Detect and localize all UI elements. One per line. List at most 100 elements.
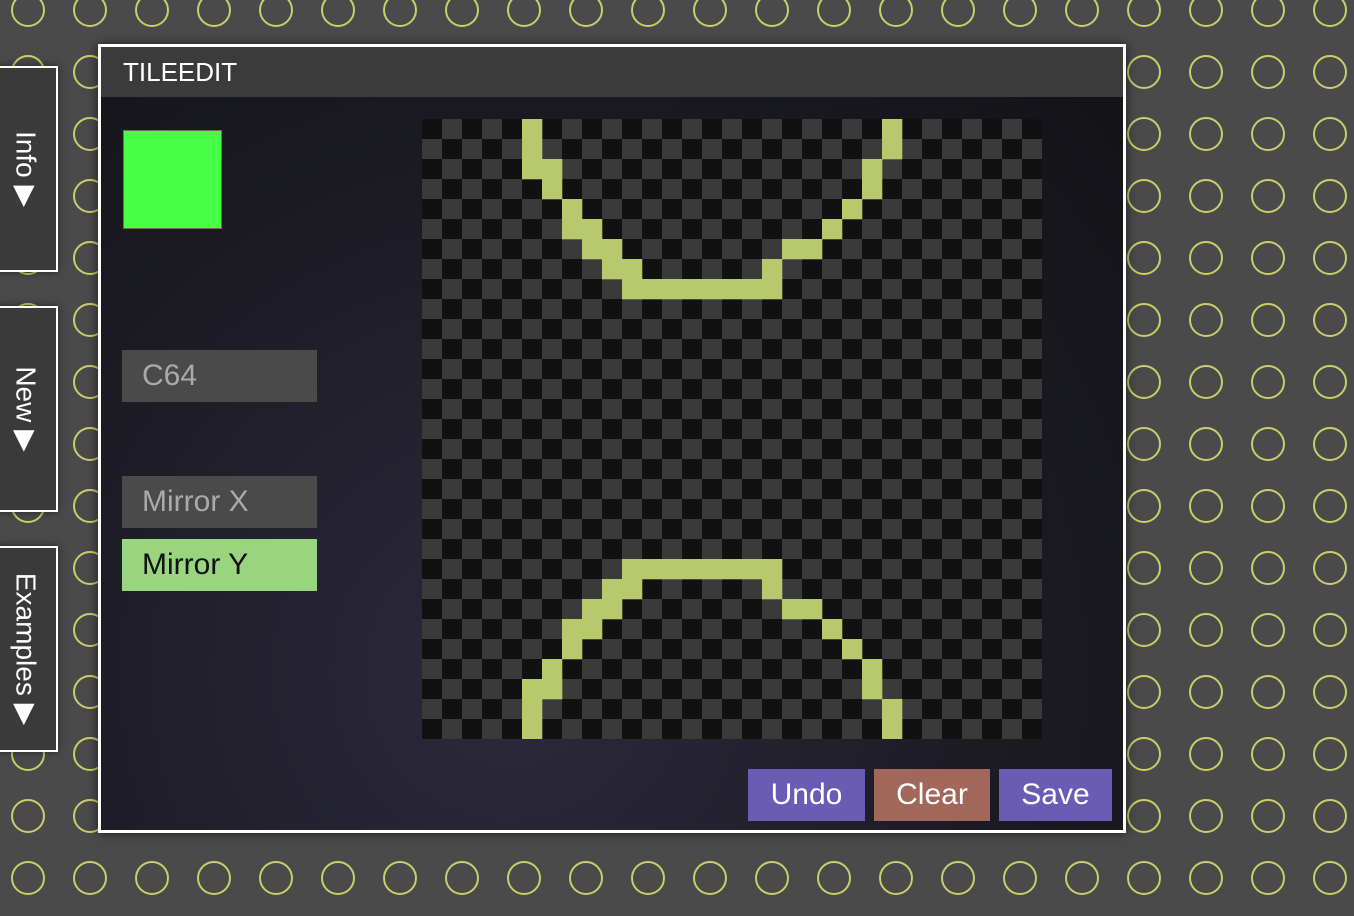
checker-cell [1002, 299, 1023, 320]
checker-cell [802, 259, 823, 280]
checker-cell [642, 639, 663, 660]
checker-cell [422, 719, 443, 739]
checker-cell [602, 419, 623, 440]
checker-cell [922, 699, 943, 720]
checker-cell [562, 179, 583, 200]
checker-cell [782, 119, 803, 140]
checker-cell [622, 179, 643, 200]
checker-cell [662, 179, 683, 200]
clear-button[interactable]: Clear [874, 769, 990, 821]
checker-cell [602, 139, 623, 160]
checker-cell [502, 479, 523, 500]
checker-cell [442, 119, 463, 140]
checker-cell [462, 479, 483, 500]
checker-cell [442, 559, 463, 580]
checker-cell [802, 179, 823, 200]
checker-cell [762, 479, 783, 500]
mirror-x-button[interactable]: Mirror X [122, 476, 317, 528]
checker-cell [722, 599, 743, 620]
checker-cell [762, 199, 783, 220]
checker-cell [582, 359, 603, 380]
checker-cell [722, 479, 743, 500]
ring [755, 861, 789, 895]
checker-cell [662, 539, 683, 560]
checker-cell [422, 119, 443, 140]
info-tab[interactable]: Info ▶ [0, 66, 58, 272]
checker-cell [862, 439, 883, 460]
checker-cell [902, 239, 923, 260]
checker-cell [622, 359, 643, 380]
tile-editor-canvas[interactable] [422, 119, 1042, 739]
ring [1313, 427, 1347, 461]
ring [569, 0, 603, 27]
checker-cell [562, 119, 583, 140]
checker-cell [602, 339, 623, 360]
checker-cell [862, 459, 883, 480]
tile-pixel [602, 239, 623, 260]
checker-cell [942, 199, 963, 220]
checker-cell [962, 399, 983, 420]
checker-cell [482, 379, 503, 400]
checker-cell [662, 379, 683, 400]
checker-cell [902, 419, 923, 440]
checker-cell [802, 639, 823, 660]
checker-cell [822, 179, 843, 200]
save-button[interactable]: Save [999, 769, 1112, 821]
checker-cell [702, 519, 723, 540]
checker-cell [702, 599, 723, 620]
checker-cell [442, 699, 463, 720]
checker-cell [982, 699, 1003, 720]
checker-cell [642, 199, 663, 220]
checker-cell [662, 239, 683, 260]
tile-pixel [702, 279, 723, 300]
checker-cell [702, 439, 723, 460]
tile-pixel [742, 279, 763, 300]
tile-pixel [522, 679, 543, 700]
checker-cell [702, 139, 723, 160]
checker-cell [462, 459, 483, 480]
tile-pixel [582, 599, 603, 620]
checker-cell [1002, 539, 1023, 560]
checker-cell [502, 579, 523, 600]
checker-cell [842, 619, 863, 640]
checker-cell [542, 639, 563, 660]
checker-cell [482, 259, 503, 280]
checker-cell [642, 319, 663, 340]
tile-pixel [662, 279, 683, 300]
checker-cell [1022, 599, 1042, 620]
checker-cell [522, 659, 543, 680]
checker-cell [982, 319, 1003, 340]
checker-cell [582, 279, 603, 300]
checker-cell [1002, 139, 1023, 160]
checker-cell [502, 659, 523, 680]
new-tab[interactable]: New ▶ [0, 306, 58, 512]
ring [1127, 179, 1161, 213]
checker-cell [562, 519, 583, 540]
checker-cell [862, 399, 883, 420]
palette-c64-button[interactable]: C64 [122, 350, 317, 402]
checker-cell [562, 539, 583, 560]
checker-cell [502, 439, 523, 460]
ring [1313, 303, 1347, 337]
checker-cell [502, 499, 523, 520]
checker-cell [642, 379, 663, 400]
undo-button[interactable]: Undo [748, 769, 865, 821]
checker-cell [842, 419, 863, 440]
checker-cell [582, 319, 603, 340]
examples-tab[interactable]: Examples ▶ [0, 546, 58, 752]
checker-cell [582, 639, 603, 660]
current-color-swatch[interactable] [123, 130, 222, 229]
checker-cell [702, 219, 723, 240]
tile-pixel [862, 159, 883, 180]
checker-cell [422, 359, 443, 380]
checker-cell [922, 499, 943, 520]
checker-cell [442, 659, 463, 680]
checker-cell [502, 119, 523, 140]
tile-pixel [822, 219, 843, 240]
mirror-y-button[interactable]: Mirror Y [122, 539, 317, 591]
checker-cell [682, 659, 703, 680]
tile-pixel [762, 559, 783, 580]
checker-cell [522, 419, 543, 440]
checker-cell [562, 439, 583, 460]
checker-cell [842, 239, 863, 260]
